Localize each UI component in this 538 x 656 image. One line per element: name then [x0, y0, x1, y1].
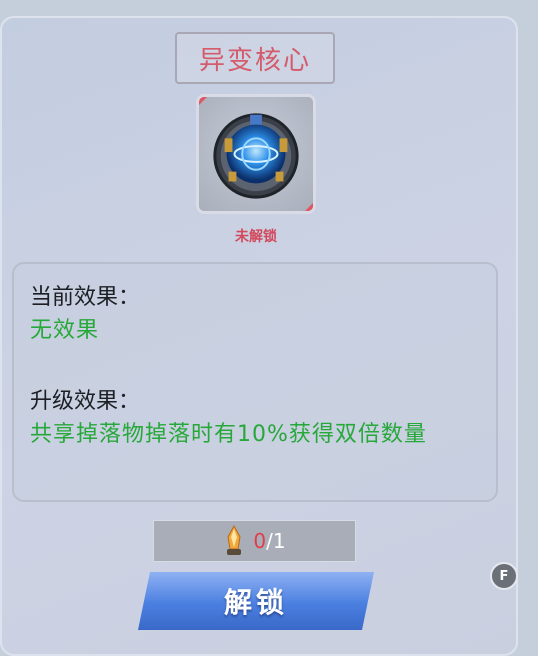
cost-have: 0 — [253, 529, 267, 553]
cost-count: 0/1 — [253, 529, 285, 553]
lock-status: 未解锁 — [235, 229, 277, 245]
panel-title-text: 异变核心 — [198, 45, 311, 76]
hotkey-f-badge: F — [490, 562, 518, 590]
unlock-cost-bar: 0/1 — [153, 520, 356, 562]
current-effect-label: 当前效果： — [30, 285, 141, 310]
current-effect-value: 无效果 — [30, 318, 100, 343]
cost-need: /1 — [266, 529, 286, 553]
upgrade-effect-value: 共享掉落物掉落时有10%获得双倍数量 — [30, 422, 427, 447]
hotkey-f-label: F — [499, 568, 509, 584]
effects-box: 当前效果： 无效果 升级效果： 共享掉落物掉落时有10%获得双倍数量 — [12, 262, 498, 502]
panel-title: 异变核心 — [175, 32, 335, 84]
upgrade-effect-label: 升级效果： — [30, 389, 141, 414]
crystal-shard-icon — [227, 525, 242, 555]
unlock-button-label: 解锁 — [223, 586, 288, 619]
mutation-core-icon — [213, 113, 299, 199]
unlock-button[interactable]: 解锁 — [138, 572, 374, 630]
core-item-slot[interactable] — [196, 94, 316, 214]
